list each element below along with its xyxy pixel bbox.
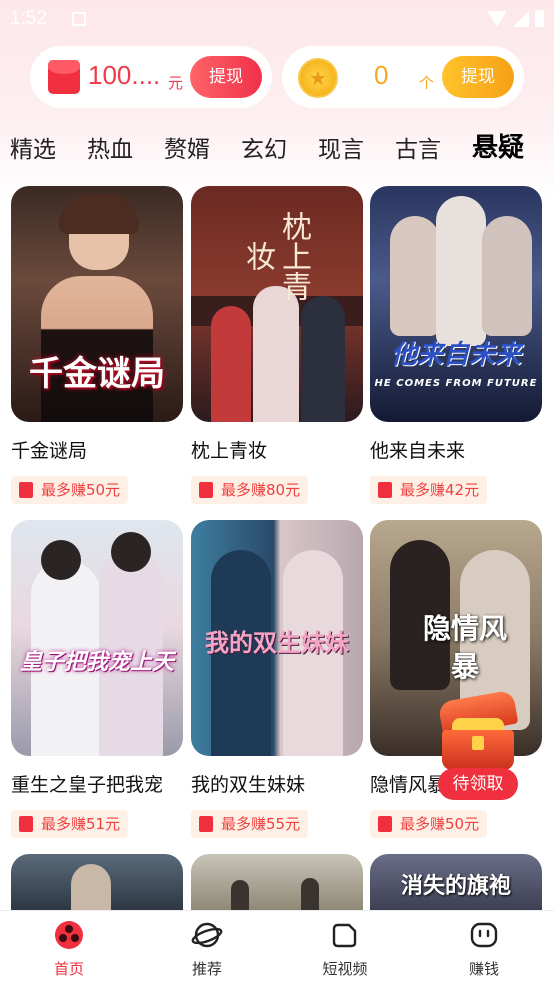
earn-icon [468,919,500,951]
signal-icon [513,10,529,27]
figure [41,540,81,580]
poster-title-text: 我的双生妹妹 [205,629,349,657]
figure [482,216,532,336]
drama-title[interactable]: 隐情风暴 [370,770,446,797]
figure [111,532,151,572]
red-packet-icon [48,60,80,94]
short-video-icon [329,919,361,951]
nav-label: 首页 [53,960,84,978]
figure [301,296,345,422]
reward-text: 最多赚80元 [221,481,301,499]
drama-poster[interactable]: 我的双生妹妹 [191,520,363,756]
tab-guyan[interactable]: 古言 [395,130,441,164]
reward-text: 最多赚42元 [400,481,480,499]
poster-title-text: 皇子把我宠上天 [19,650,174,675]
home-icon [53,919,85,951]
status-bar: 1:52 [0,0,554,40]
reward-text: 最多赚50元 [400,815,480,833]
tab-xianyan[interactable]: 现言 [318,130,364,164]
reward-badge: 最多赚80元 [191,476,309,504]
tab-xuanhuan[interactable]: 玄幻 [241,130,287,164]
cash-card[interactable]: 100.... 元 提现 [30,46,272,108]
cash-unit: 元 [168,74,184,92]
nav-home[interactable]: 首页 [24,911,114,984]
drama-poster[interactable] [11,854,183,914]
wifi-icon [487,10,507,27]
reward-text: 最多赚55元 [221,815,301,833]
coin-amount: 0 [374,60,389,90]
nav-label: 短视频 [322,960,368,978]
tab-xuanyi[interactable]: 悬疑 [472,127,524,164]
drama-poster[interactable]: 皇子把我宠上天 [11,520,183,756]
reward-badge: 最多赚42元 [370,476,488,504]
tab-rexue[interactable]: 热血 [87,130,133,164]
poster-title-text: 隐情风暴 [422,612,507,683]
nav-short-video[interactable]: 短视频 [300,911,390,984]
reward-badge: 最多赚55元 [191,810,309,838]
poster-title-text: 千金谜局 [29,354,165,394]
poster-title-text: 枕上青妆 [240,211,311,301]
pending-claim-button[interactable]: 待领取 [438,768,518,800]
drama-title[interactable]: 枕上青妆 [191,436,267,463]
coin-unit: 个 [419,74,435,92]
figure [253,286,299,422]
reward-text: 最多赚50元 [41,481,121,499]
category-tabs: 精选 热血 赘婿 玄幻 现言 古言 悬疑 [0,130,554,166]
nav-label: 赚钱 [468,960,499,978]
drama-poster[interactable]: 千金谜局 [11,186,183,422]
reward-badge: 最多赚50元 [11,476,129,504]
poster-title-text: 他来自未来 [390,340,521,370]
drama-poster[interactable]: 他来自未来 HE COMES FROM FUTURE [370,186,542,422]
figure [436,196,486,346]
red-packet-icon [378,816,392,832]
tab-jingxuan[interactable]: 精选 [10,130,56,164]
figure [211,306,251,422]
coin-icon [298,58,338,98]
red-packet-icon [199,482,213,498]
status-time: 1:52 [10,8,47,29]
poster-title-text: 消失的旗袍 [400,873,511,899]
figure [390,216,440,336]
nav-label: 推荐 [191,960,222,978]
drama-title[interactable]: 我的双生妹妹 [191,770,305,797]
reward-badge: 最多赚51元 [11,810,129,838]
reward-badge: 最多赚50元 [370,810,488,838]
treasure-chest-icon[interactable] [430,689,526,772]
actress-hair [59,194,139,234]
red-packet-icon [19,482,33,498]
coin-card[interactable]: 0 个 提现 [282,46,524,108]
red-packet-icon [19,816,33,832]
drama-title[interactable]: 他来自未来 [370,436,465,463]
reward-text: 最多赚51元 [41,815,121,833]
cash-withdraw-button[interactable]: 提现 [190,56,262,98]
drama-poster[interactable] [191,854,363,914]
battery-icon [535,10,544,27]
tab-zhuixu[interactable]: 赘婿 [164,130,210,164]
poster-subtitle-text: HE COMES FROM FUTURE [374,378,538,389]
notification-icon [72,12,86,26]
nav-earn[interactable]: 赚钱 [439,911,529,984]
drama-title[interactable]: 重生之皇子把我宠 [11,770,163,797]
drama-poster[interactable]: 枕上青妆 [191,186,363,422]
coin-withdraw-button[interactable]: 提现 [442,56,514,98]
nav-recommend[interactable]: 推荐 [162,911,252,984]
drama-poster[interactable]: 消失的旗袍 [370,854,542,914]
red-packet-icon [199,816,213,832]
red-packet-icon [378,482,392,498]
drama-title[interactable]: 千金谜局 [11,436,87,463]
planet-icon [191,919,223,951]
bottom-navigation: 首页 推荐 短视频 赚钱 [0,910,554,984]
cash-amount: 100.... [88,60,161,90]
